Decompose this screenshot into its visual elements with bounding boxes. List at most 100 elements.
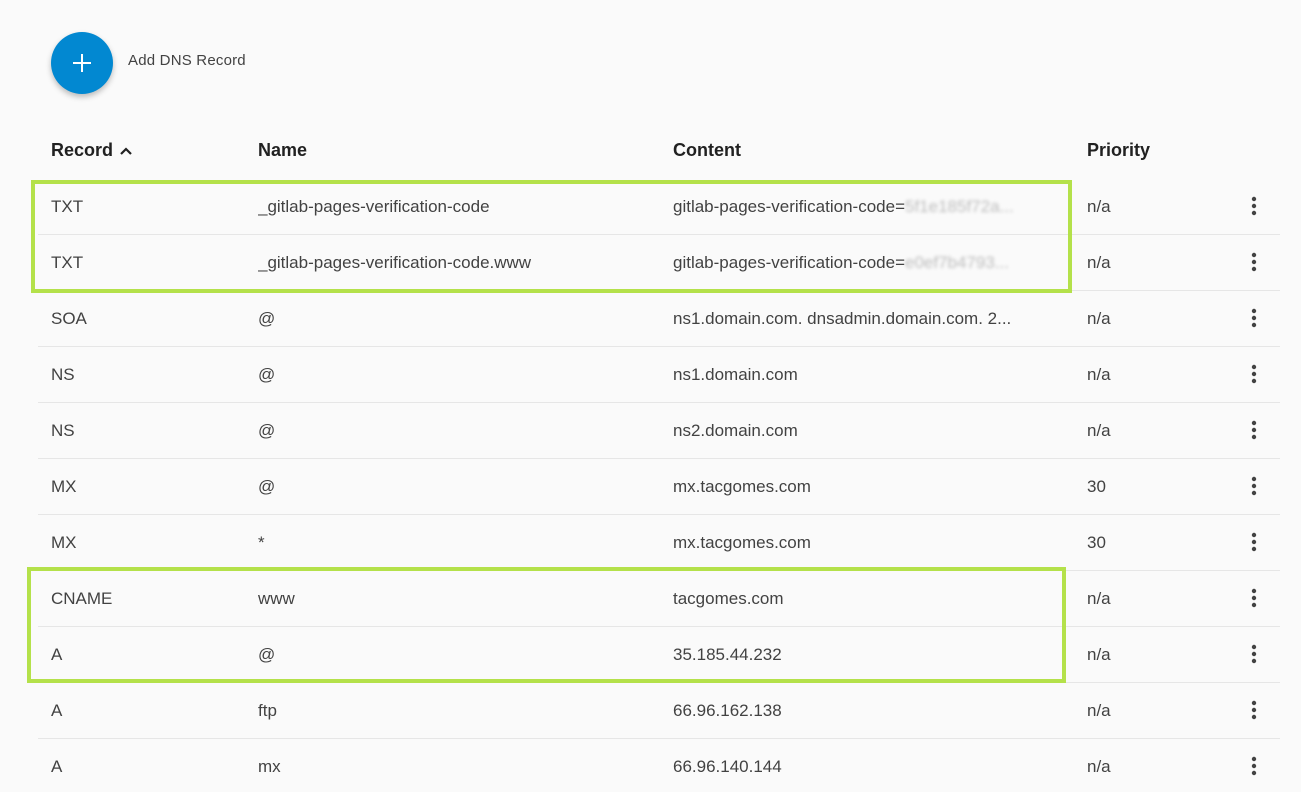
table-row[interactable]: NS @ ns1.domain.com n/a xyxy=(38,347,1280,403)
more-vertical-icon xyxy=(1251,308,1257,328)
record-name-cell: @ xyxy=(258,365,276,384)
record-name-cell: mx xyxy=(258,757,281,776)
record-priority-cell: n/a xyxy=(1087,589,1111,608)
column-header-priority: Priority xyxy=(1087,140,1151,160)
column-header-name: Name xyxy=(258,140,308,160)
record-content-text: 66.96.162.138 xyxy=(673,701,782,720)
more-vertical-icon xyxy=(1251,420,1257,440)
record-content-cell: mx.tacgomes.com xyxy=(673,459,1058,514)
record-content-text: gitlab-pages-verification-code= xyxy=(673,253,905,272)
chevron-up-icon xyxy=(120,146,132,155)
record-content-text: tacgomes.com xyxy=(673,589,784,608)
dns-records-page: Add DNS Record Record Name Content Prior… xyxy=(0,0,1301,792)
add-dns-record-label: Add DNS Record xyxy=(128,52,246,69)
row-menu-button[interactable] xyxy=(1243,699,1265,721)
more-vertical-icon xyxy=(1251,196,1257,216)
record-type-cell: SOA xyxy=(51,309,87,328)
dns-records-table: Record Name Content Priority TXT _gitlab-… xyxy=(38,122,1280,792)
more-vertical-icon xyxy=(1251,364,1257,384)
row-menu-button[interactable] xyxy=(1243,643,1265,665)
record-type-cell: TXT xyxy=(51,197,84,216)
record-priority-cell: n/a xyxy=(1087,365,1111,384)
row-menu-button[interactable] xyxy=(1243,307,1265,329)
row-menu-button[interactable] xyxy=(1243,419,1265,441)
record-content-text: mx.tacgomes.com xyxy=(673,477,811,496)
record-priority-cell: n/a xyxy=(1087,309,1111,328)
record-content-text: ns1.domain.com xyxy=(673,365,798,384)
more-vertical-icon xyxy=(1251,476,1257,496)
record-priority-cell: 30 xyxy=(1087,533,1106,552)
record-name-cell: ftp xyxy=(258,701,277,720)
record-priority-cell: n/a xyxy=(1087,253,1111,272)
record-name-cell: * xyxy=(258,533,265,552)
record-name-cell: www xyxy=(258,589,295,608)
column-header-record[interactable]: Record xyxy=(51,140,133,161)
record-content-text: 66.96.140.144 xyxy=(673,757,782,776)
row-menu-button[interactable] xyxy=(1243,251,1265,273)
more-vertical-icon xyxy=(1251,700,1257,720)
add-dns-record-button[interactable] xyxy=(51,32,113,94)
record-content-cell: ns1.domain.com. dnsadmin.domain.com. 2..… xyxy=(673,291,1058,346)
plus-icon xyxy=(73,54,91,72)
table-row[interactable]: CNAME www tacgomes.com n/a xyxy=(38,571,1280,627)
table-row[interactable]: Amx 66.96.140.144 n/a xyxy=(38,739,1280,792)
record-content-cell: 66.96.162.138 xyxy=(673,683,1058,738)
table-row[interactable]: MX * mx.tacgomes.com 30 xyxy=(38,515,1280,571)
record-type-cell: NS xyxy=(51,365,75,384)
record-name-cell: _gitlab-pages-verification-code xyxy=(258,197,490,216)
record-name-cell: _gitlab-pages-verification-code.www xyxy=(258,253,532,272)
row-menu-button[interactable] xyxy=(1243,755,1265,777)
table-row[interactable]: Aftp 66.96.162.138 n/a xyxy=(38,683,1280,739)
more-vertical-icon xyxy=(1251,644,1257,664)
table-row[interactable]: SOA @ ns1.domain.com. dnsadmin.domain.com.… xyxy=(38,291,1280,347)
row-menu-button[interactable] xyxy=(1243,195,1265,217)
column-header-content: Content xyxy=(673,140,741,160)
record-content-text: ns1.domain.com. dnsadmin.domain.com. 2..… xyxy=(673,309,1012,328)
record-content-cell: 66.96.140.144 xyxy=(673,739,1058,792)
table-header: Record Name Content Priority xyxy=(38,122,1280,179)
record-type-cell: CNAME xyxy=(51,589,113,608)
record-priority-cell: 30 xyxy=(1087,477,1106,496)
row-menu-button[interactable] xyxy=(1243,475,1265,497)
table-row[interactable]: A @35.185.44.232 n/a xyxy=(38,627,1280,683)
record-content-cell: gitlab-pages-verification-code=e0ef7b479… xyxy=(673,235,1058,290)
record-name-cell: @ xyxy=(258,645,276,664)
record-type-cell: A xyxy=(51,757,63,776)
record-priority-cell: n/a xyxy=(1087,701,1111,720)
record-content-text: gitlab-pages-verification-code= xyxy=(673,197,905,216)
record-content-cell: gitlab-pages-verification-code=5f1e185f7… xyxy=(673,179,1058,234)
more-vertical-icon xyxy=(1251,588,1257,608)
record-content-cell: ns2.domain.com xyxy=(673,403,1058,458)
record-type-cell: MX xyxy=(51,533,77,552)
table-row[interactable]: NS @ ns2.domain.com n/a xyxy=(38,403,1280,459)
more-vertical-icon xyxy=(1251,756,1257,776)
record-content-redacted: e0ef7b4793... xyxy=(905,253,1009,272)
record-name-cell: @ xyxy=(258,309,276,328)
record-content-cell: mx.tacgomes.com xyxy=(673,515,1058,570)
record-type-cell: MX xyxy=(51,477,77,496)
table-row[interactable]: MX @ mx.tacgomes.com 30 xyxy=(38,459,1280,515)
record-content-cell: 35.185.44.232 xyxy=(673,627,1058,682)
record-content-text: ns2.domain.com xyxy=(673,421,798,440)
row-menu-button[interactable] xyxy=(1243,587,1265,609)
more-vertical-icon xyxy=(1251,532,1257,552)
record-name-cell: @ xyxy=(258,421,276,440)
row-menu-button[interactable] xyxy=(1243,531,1265,553)
record-name-cell: @ xyxy=(258,477,276,496)
record-type-cell: NS xyxy=(51,421,75,440)
record-type-cell: TXT xyxy=(51,253,84,272)
record-content-redacted: 5f1e185f72a... xyxy=(905,197,1014,216)
record-content-cell: tacgomes.com xyxy=(673,571,1058,626)
more-vertical-icon xyxy=(1251,252,1257,272)
record-content-text: 35.185.44.232 xyxy=(673,645,782,664)
record-content-text: mx.tacgomes.com xyxy=(673,533,811,552)
record-type-cell: A xyxy=(51,701,63,720)
table-row[interactable]: TXT _gitlab-pages-verification-code gitlab… xyxy=(38,179,1280,235)
record-type-cell: A xyxy=(51,645,63,664)
row-menu-button[interactable] xyxy=(1243,363,1265,385)
record-content-cell: ns1.domain.com xyxy=(673,347,1058,402)
table-body: TXT _gitlab-pages-verification-code gitlab… xyxy=(38,179,1280,792)
record-priority-cell: n/a xyxy=(1087,757,1111,776)
record-priority-cell: n/a xyxy=(1087,197,1111,216)
table-row[interactable]: TXT _gitlab-pages-verification-code.www gi… xyxy=(38,235,1280,291)
